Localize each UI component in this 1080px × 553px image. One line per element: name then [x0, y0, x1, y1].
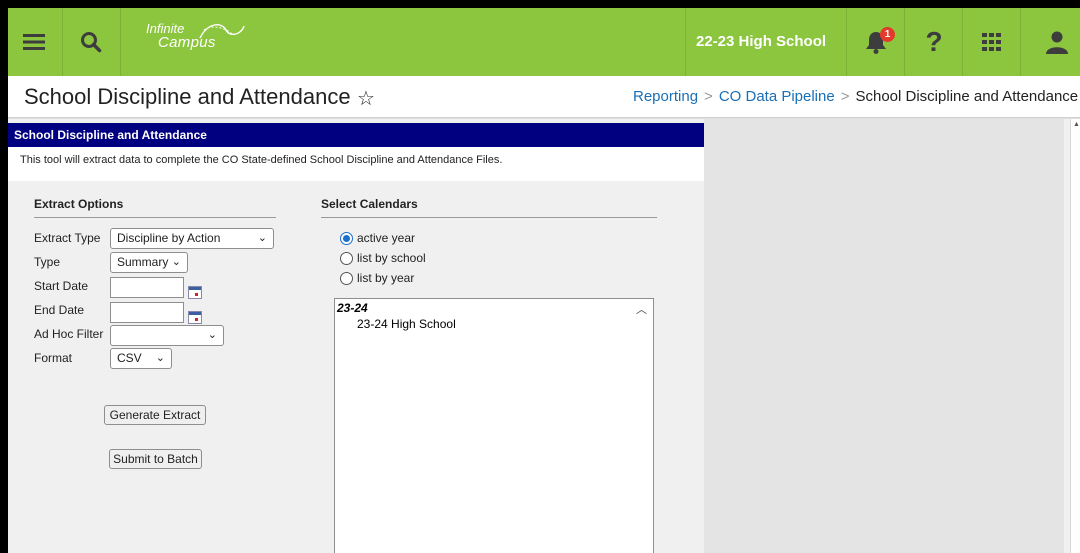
extract-type-label: Extract Type [34, 231, 101, 245]
calendar-list-item[interactable]: 23-24 High School [357, 317, 456, 331]
radio-list-by-year-label: list by year [357, 271, 415, 285]
infinite-campus-logo: Infinite Campus [146, 22, 245, 50]
calendar-icon[interactable] [188, 311, 202, 324]
apps-grid-icon [982, 33, 1001, 51]
chevron-down-icon: ⌄ [155, 352, 165, 364]
right-empty-area [704, 119, 1064, 553]
radio-list-by-school-label: list by school [357, 251, 426, 265]
radio-list-by-year[interactable]: list by year [340, 271, 414, 285]
page-scrollbar[interactable]: ▲ [1070, 119, 1080, 553]
menu-button[interactable] [8, 8, 60, 76]
select-calendars-title: Select Calendars [321, 197, 657, 218]
breadcrumb-current: School Discipline and Attendance [855, 88, 1079, 105]
format-select[interactable]: CSV ⌄ [110, 348, 172, 369]
breadcrumb-separator: > [840, 88, 850, 105]
tool-panel: ▲ School Discipline and Attendance This … [8, 119, 1080, 553]
menu-icon [23, 34, 45, 50]
radio-button[interactable] [340, 271, 353, 285]
extract-options-title: Extract Options [34, 197, 276, 218]
page-title: School Discipline and Attendance [24, 84, 351, 109]
start-date-label: Start Date [34, 279, 89, 293]
extract-type-select[interactable]: Discipline by Action ⌄ [110, 228, 274, 249]
extract-type-value: Discipline by Action [117, 231, 221, 245]
page-title-bar: School Discipline and Attendance ☆ Repor… [8, 76, 1080, 118]
help-icon: ? [925, 26, 943, 57]
radio-active-year[interactable]: active year [340, 231, 415, 245]
ad-hoc-filter-select[interactable]: ⌄ [110, 325, 224, 346]
generate-extract-button[interactable]: Generate Extract [104, 405, 206, 425]
format-label: Format [34, 351, 73, 365]
search-button[interactable] [65, 8, 117, 76]
user-icon [1046, 31, 1068, 54]
favorite-star-icon[interactable]: ☆ [357, 86, 375, 111]
start-date-input[interactable] [110, 277, 184, 298]
breadcrumb-reporting[interactable]: Reporting [633, 88, 698, 105]
breadcrumb: Reporting > CO Data Pipeline > School Discip… [633, 76, 1078, 118]
radio-list-by-school[interactable]: list by school [340, 251, 426, 265]
type-value: Summary [117, 255, 169, 269]
calendar-listbox[interactable]: 23-24 23-24 High School ︿ [334, 298, 654, 553]
breadcrumb-co-data-pipeline[interactable]: CO Data Pipeline [719, 88, 835, 105]
app-window: Infinite Campus 22-23 High School 1 ? Sc… [8, 8, 1080, 553]
tool-header: School Discipline and Attendance [8, 123, 704, 147]
school-selector[interactable]: 22-23 High School [696, 8, 826, 76]
notifications-button[interactable] [850, 8, 902, 76]
chevron-down-icon: ⌄ [257, 232, 267, 244]
submit-to-batch-button[interactable]: Submit to Batch [109, 449, 202, 469]
logo-swoosh-icon [199, 24, 245, 39]
scroll-up-icon: ▲ [1073, 121, 1080, 128]
chevron-down-icon: ⌄ [207, 329, 217, 341]
end-date-input[interactable] [110, 302, 184, 323]
radio-button[interactable] [340, 251, 353, 265]
ad-hoc-filter-label: Ad Hoc Filter [34, 327, 104, 341]
end-date-label: End Date [34, 303, 85, 317]
radio-button-selected[interactable] [340, 231, 353, 245]
calendar-year-group: 23-24 [337, 301, 368, 315]
type-label: Type [34, 255, 61, 269]
help-button[interactable]: ? [908, 8, 960, 76]
chevron-down-icon: ⌄ [171, 256, 181, 268]
apps-button[interactable] [966, 8, 1018, 76]
calendar-icon[interactable] [188, 286, 202, 299]
breadcrumb-separator: > [704, 88, 713, 105]
type-select[interactable]: Summary ⌄ [110, 252, 188, 273]
radio-active-year-label: active year [357, 231, 416, 245]
top-navigation-bar: Infinite Campus 22-23 High School 1 ? [8, 8, 1080, 76]
tool-description: This tool will extract data to complete … [8, 147, 704, 181]
search-icon [81, 32, 102, 53]
format-value: CSV [117, 351, 142, 365]
user-menu-button[interactable] [1030, 8, 1080, 76]
notification-badge: 1 [880, 27, 895, 42]
scroll-up-icon[interactable]: ︿ [636, 301, 647, 317]
